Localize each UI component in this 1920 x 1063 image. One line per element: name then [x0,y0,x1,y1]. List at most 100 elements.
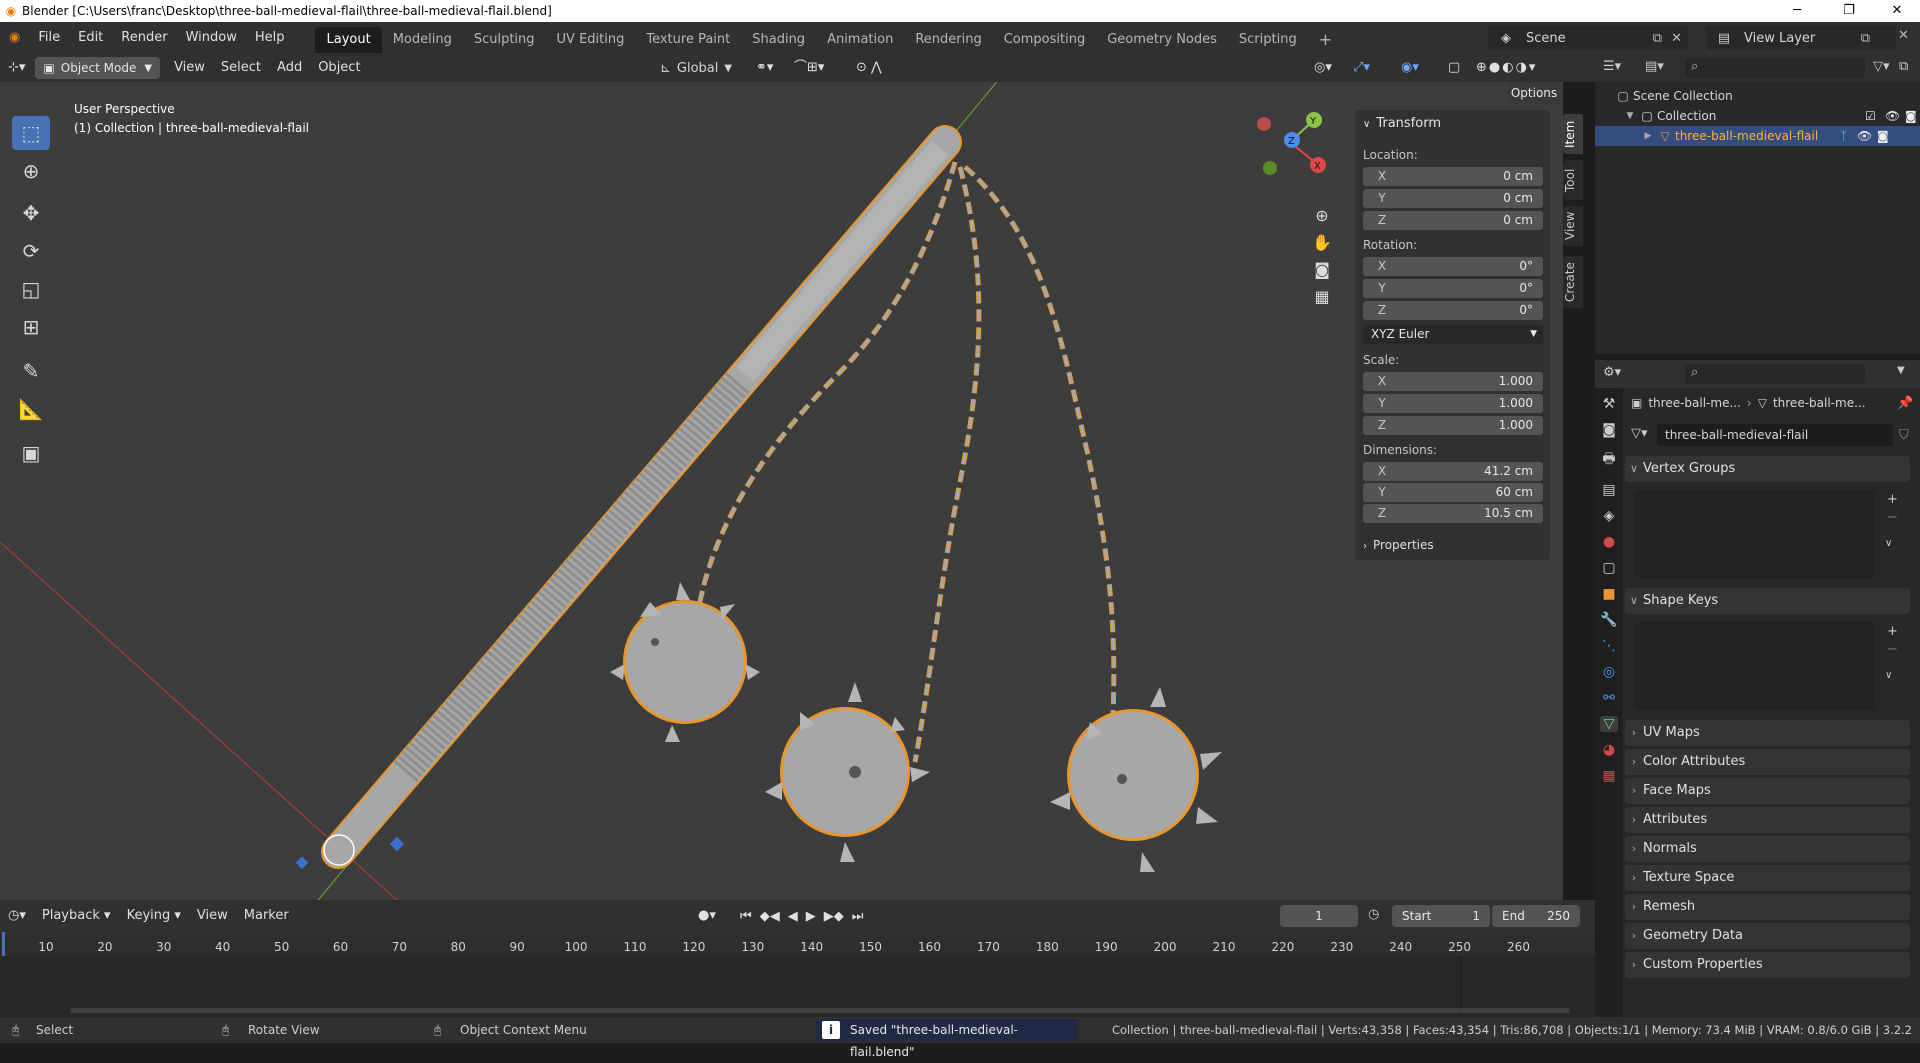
dimensions-y-field[interactable]: Y 60 cm [1363,483,1543,502]
ortho-grid-icon[interactable]: ▦ [1308,287,1336,306]
tab-scripting[interactable]: Scripting [1228,27,1308,53]
modifier-icon[interactable]: ᛉ [1840,129,1847,143]
timeline-ruler[interactable] [0,932,1595,956]
menu-help[interactable]: Help [246,22,294,54]
add-workspace-icon[interactable]: + [1308,27,1343,53]
npanel-tab-item[interactable]: Item [1563,114,1583,154]
tab-sculpting[interactable]: Sculpting [463,27,546,53]
options-button[interactable]: Options [1507,82,1561,104]
jump-end-icon[interactable]: ⏭ [852,909,864,924]
section-geometry-data[interactable]: › Geometry Data [1625,923,1910,949]
remove-shape-key-icon[interactable]: − [1887,642,1898,657]
3d-viewport[interactable]: User Perspective (1) Collection | three-… [0,82,1563,900]
object-visibility-eye-icon[interactable]: 👁 [1857,129,1872,143]
vertex-group-menu-icon[interactable]: ∨ [1885,538,1892,549]
navigation-gizmo[interactable]: Y Z X [1248,100,1338,190]
jump-start-icon[interactable]: ⏮ [740,909,752,924]
xray-icon[interactable]: ▢ [1440,54,1468,82]
tab-texture-paint[interactable]: Texture Paint [635,27,741,53]
cursor-tool-icon[interactable]: ⊕ [12,154,50,188]
preview-range-icon[interactable]: ◷ [1368,907,1379,922]
annotate-tool-icon[interactable]: ✎ [12,354,50,388]
rotation-y-field[interactable]: Y 0° [1363,279,1543,298]
remove-vertex-group-icon[interactable]: − [1887,510,1898,525]
particles-tab-icon[interactable]: ⋱ [1602,638,1616,654]
exclude-checkbox-icon[interactable]: ☑ [1865,109,1876,123]
menu-window[interactable]: Window [177,22,246,54]
tab-modeling[interactable]: Modeling [382,27,463,53]
scene-selector[interactable]: ◈ Scene ⧉ ✕ [1488,26,1688,50]
menu-render[interactable]: Render [112,22,176,54]
world-tab-icon[interactable]: ● [1603,534,1615,550]
scene-tab-icon[interactable]: ◈ [1604,508,1615,524]
playhead[interactable] [2,932,5,956]
mesh-datablock-icon[interactable]: ▽▾ [1631,426,1648,441]
tab-layout[interactable]: Layout [315,26,382,53]
section-vertex-groups[interactable]: ∨ Vertex Groups [1625,456,1910,482]
section-normals[interactable]: › Normals [1625,836,1910,862]
object-render-camera-icon[interactable]: ◙ [1877,129,1889,143]
modifier-tab-icon[interactable]: 🔧 [1600,612,1617,628]
fake-user-shield-icon[interactable]: ⛉ [1899,428,1909,443]
properties-editor-type-icon[interactable]: ⚙▾ [1603,365,1621,380]
proportional-edit-icon[interactable]: ⊙ ⋀ [848,54,890,82]
pan-hand-icon[interactable]: ✋ [1308,233,1336,252]
prev-keyframe-icon[interactable]: ◆◀ [760,909,780,924]
transform-orientation[interactable]: ⊾ Global ▼ [660,56,732,80]
expand-arrow-icon[interactable]: ▶ [1641,131,1655,141]
mode-selector[interactable]: ▣ Object Mode ▼ [35,57,161,79]
outliner-object-row[interactable]: ▶ ▽ three-ball-medieval-flail ᛉ 👁 ◙ [1595,126,1920,146]
filter-icon[interactable]: ▽▾ [1873,59,1890,74]
render-camera-icon[interactable]: ◙ [1905,109,1917,123]
dimensions-x-field[interactable]: X 41.2 cm [1363,462,1543,481]
menu-edit[interactable]: Edit [69,22,112,54]
npanel-tab-tool[interactable]: Tool [1563,160,1583,200]
timeline-menu-keying[interactable]: Keying ▾ [119,902,189,930]
timeline-area[interactable]: 10 20 30 40 50 60 70 80 90 100 110 120 130 140 150 160 1… [0,932,1595,1017]
outliner-scene-collection[interactable]: ▢ Scene Collection [1613,86,1732,106]
display-mode-icon[interactable]: ▤▾ [1645,59,1664,74]
tab-shading[interactable]: Shading [741,27,816,53]
outliner-editor-type-icon[interactable]: ☰▾ [1603,59,1621,74]
material-tab-icon[interactable]: ◕ [1603,742,1615,758]
vertex-groups-list[interactable] [1635,490,1875,578]
play-reverse-icon[interactable]: ◀ [788,909,798,924]
collapse-arrow-icon[interactable]: ▼ [1623,111,1637,121]
section-texture-space[interactable]: › Texture Space [1625,865,1910,891]
viewport-menu-add[interactable]: Add [269,54,310,82]
new-scene-icon[interactable]: ⧉ [1653,31,1662,46]
pin-icon[interactable]: 📌 [1897,396,1913,411]
rotation-z-field[interactable]: Z 0° [1363,301,1543,320]
section-attributes[interactable]: › Attributes [1625,807,1910,833]
scale-z-field[interactable]: Z 1.000 [1363,416,1543,435]
tab-rendering[interactable]: Rendering [904,27,992,53]
rotation-x-field[interactable]: X 0° [1363,257,1543,276]
scale-y-field[interactable]: Y 1.000 [1363,394,1543,413]
restore-icon[interactable]: ❐ [1826,0,1872,22]
close-icon[interactable]: ✕ [1874,0,1920,22]
scale-tool-icon[interactable]: ◱ [12,272,50,306]
shading-modes-icon[interactable]: ⊕●◐◑▾ [1468,54,1545,82]
render-tab-icon[interactable]: ◙ [1602,422,1616,438]
view-layer-tab-icon[interactable]: ▤ [1602,482,1615,498]
pivot-icon[interactable]: ⚭▾ [748,54,781,82]
gizmo-toggle-icon[interactable]: ⤢▾ [1345,54,1378,82]
new-collection-icon[interactable]: ⧉ [1899,59,1908,74]
location-z-field[interactable]: Z 0 cm [1363,211,1543,230]
section-custom-properties[interactable]: › Custom Properties [1625,952,1910,978]
section-color-attributes[interactable]: › Color Attributes [1625,749,1910,775]
tab-uv-editing[interactable]: UV Editing [546,27,636,53]
current-frame-field[interactable]: 1 [1280,905,1358,927]
properties-subpanel[interactable]: › Properties [1363,538,1434,552]
snap-icon[interactable]: ⌒⊞▾ [786,54,832,82]
transform-section-header[interactable]: ∨ Transform [1363,116,1441,131]
minimize-icon[interactable]: ─ [1774,0,1820,22]
object-tab-icon[interactable]: ■ [1602,586,1615,602]
timeline-scrollbar[interactable] [70,1008,1570,1013]
auto-keying-icon[interactable]: ●▾ [690,902,724,930]
timeline-menu-view[interactable]: View [189,902,236,930]
new-view-layer-icon[interactable]: ⧉ [1861,31,1870,46]
tool-tab-icon[interactable]: ⚒ [1603,396,1616,412]
tab-animation[interactable]: Animation [816,27,904,53]
end-frame-field[interactable]: End 250 [1492,905,1580,927]
